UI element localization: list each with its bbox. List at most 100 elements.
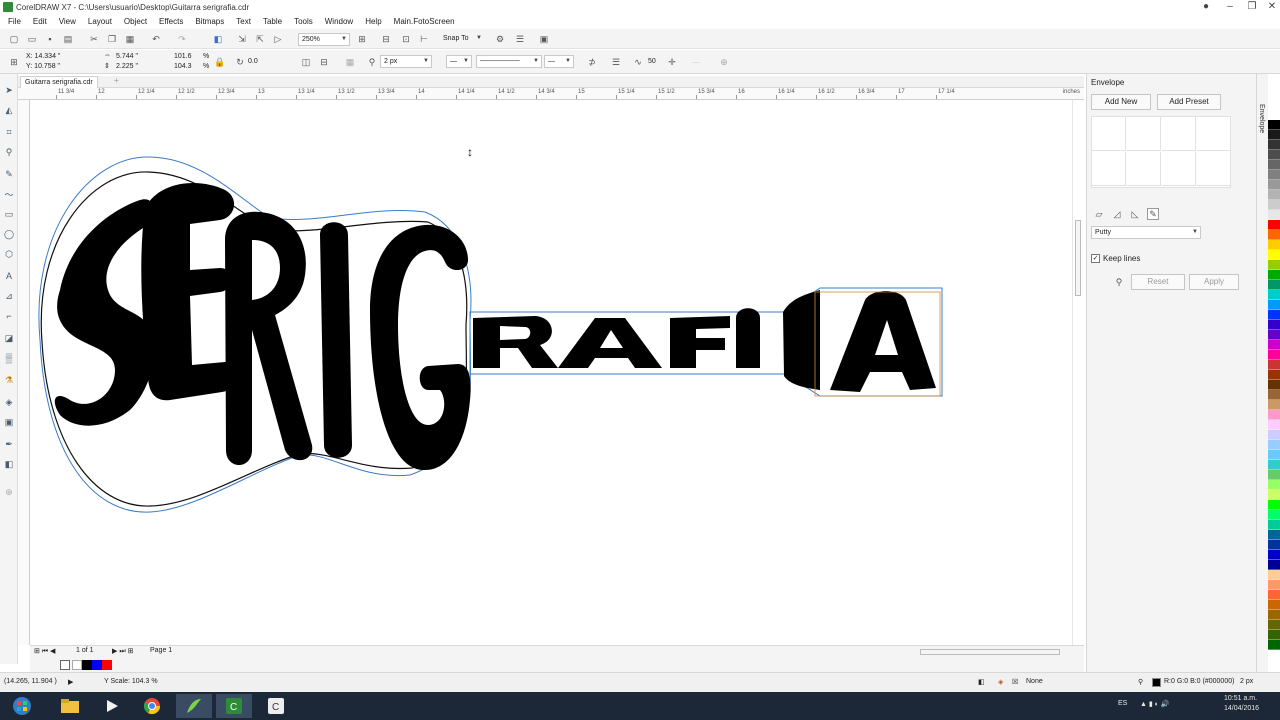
blue-swatch[interactable] [92, 660, 102, 670]
palette-swatch[interactable] [1268, 480, 1280, 490]
menu-layout[interactable]: Layout [82, 14, 118, 29]
chrome-icon[interactable] [134, 694, 170, 718]
apply-button[interactable]: Apply [1189, 274, 1239, 290]
palette-swatch[interactable] [1268, 470, 1280, 480]
object-height[interactable]: 2.225 " [116, 63, 138, 70]
outline-width-select[interactable]: 2 px ▼ [380, 55, 432, 68]
menu-effects[interactable]: Effects [153, 14, 189, 29]
copy-icon[interactable]: ❐ [106, 33, 118, 45]
profile-icon[interactable]: ● [1194, 0, 1218, 14]
palette-swatch[interactable] [1268, 410, 1280, 420]
no-color-swatch[interactable] [60, 660, 70, 670]
show-grid-icon[interactable]: ⊡ [400, 33, 412, 45]
palette-swatch[interactable] [1268, 250, 1280, 260]
welcome-screen-icon[interactable]: ▣ [538, 33, 550, 45]
undo-icon[interactable]: ↶ [150, 33, 162, 45]
save-icon[interactable]: ▪ [44, 33, 56, 45]
corel-photo-icon[interactable]: C [258, 694, 294, 718]
color-eyedropper-icon[interactable]: ⚗ [3, 374, 15, 386]
add-preset-button[interactable]: Add Preset [1157, 94, 1221, 110]
palette-swatch[interactable] [1268, 440, 1280, 450]
crop-tool-icon[interactable]: ⌗ [3, 126, 15, 138]
palette-swatch[interactable] [1268, 270, 1280, 280]
palette-swatch[interactable] [1268, 160, 1280, 170]
unconstrained-mode-icon[interactable]: ✎ [1147, 208, 1159, 220]
close-button[interactable]: ✕ [1260, 0, 1280, 14]
palette-swatch[interactable] [1268, 400, 1280, 410]
fill-bucket-icon[interactable]: ◈ [998, 678, 1003, 686]
palette-swatch[interactable] [1268, 350, 1280, 360]
palette-swatch[interactable] [1268, 220, 1280, 230]
minimize-button[interactable]: – [1218, 0, 1242, 14]
palette-swatch[interactable] [1268, 370, 1280, 380]
page-first-icon[interactable]: ⊞ ⏮ ◀ [34, 647, 55, 656]
palette-swatch[interactable] [1268, 130, 1280, 140]
shape-tool-icon[interactable]: ◭ [3, 104, 15, 116]
vertical-scroll-thumb[interactable] [1075, 220, 1081, 296]
application-launcher-icon[interactable]: ☰ [514, 33, 526, 45]
drawing-canvas[interactable]: ↕ [30, 100, 1084, 645]
reset-button[interactable]: Reset [1131, 274, 1185, 290]
freehand-tool-icon[interactable]: ✎ [3, 168, 15, 180]
search-content-icon[interactable]: ◧ [212, 33, 224, 45]
document-tab[interactable]: Guitarra serigrafia.cdr [20, 76, 98, 88]
palette-swatch[interactable] [1268, 190, 1280, 200]
connector-tool-icon[interactable]: ⌐ [3, 310, 15, 322]
page-next-icon[interactable]: ▶ ⏭ ⊞ [112, 647, 133, 656]
palette-swatch[interactable] [1268, 330, 1280, 340]
palette-swatch[interactable] [1268, 490, 1280, 500]
keep-lines-checkbox[interactable]: ✓ [1091, 254, 1100, 263]
tray-icons[interactable]: ▲ ▮ ◐ 🔊 [1140, 700, 1170, 708]
show-rulers-icon[interactable]: ⊟ [380, 33, 392, 45]
ellipse-tool-icon[interactable]: ◯ [3, 228, 15, 240]
add-document-icon[interactable]: + [114, 76, 119, 85]
palette-swatch[interactable] [1268, 640, 1280, 650]
cut-icon[interactable]: ✂ [88, 33, 100, 45]
rectangle-tool-icon[interactable]: ▭ [3, 208, 15, 220]
red-swatch[interactable] [102, 660, 112, 670]
artistic-media-icon[interactable]: 〜 [3, 188, 15, 200]
vertical-ruler[interactable] [18, 100, 30, 645]
rotation-angle[interactable]: 0.0 [248, 58, 258, 65]
palette-swatch[interactable] [1268, 180, 1280, 190]
palette-swatch[interactable] [1268, 500, 1280, 510]
mirror-horizontal-icon[interactable]: ◫ [300, 56, 312, 68]
scale-y[interactable]: 104.3 [174, 63, 192, 70]
options-icon[interactable]: ⚙ [494, 33, 506, 45]
palette-swatch[interactable] [1268, 420, 1280, 430]
menu-help[interactable]: Help [359, 14, 387, 29]
smart-fill-icon[interactable]: ▣ [3, 416, 15, 428]
y-position[interactable]: Y: 10.758 " [26, 63, 60, 70]
preset-grid[interactable] [1091, 116, 1231, 188]
palette-swatch[interactable] [1268, 320, 1280, 330]
redo-icon[interactable]: ↷ [176, 33, 188, 45]
menu-view[interactable]: View [53, 14, 82, 29]
fill-tool-icon[interactable]: ◧ [3, 458, 15, 470]
menu-window[interactable]: Window [319, 14, 359, 29]
palette-swatch[interactable] [1268, 380, 1280, 390]
menu-table[interactable]: Table [257, 14, 288, 29]
print-icon[interactable]: ▤ [62, 33, 74, 45]
smoothing-value[interactable]: 50 [648, 58, 656, 65]
palette-swatch[interactable] [1268, 520, 1280, 530]
interactive-effects-icon[interactable]: ◪ [3, 332, 15, 344]
file-explorer-icon[interactable] [52, 694, 88, 718]
menu-object[interactable]: Object [118, 14, 153, 29]
menu-text[interactable]: Text [230, 14, 257, 29]
menu-tools[interactable]: Tools [288, 14, 319, 29]
palette-swatch[interactable] [1268, 150, 1280, 160]
palette-swatch[interactable] [1268, 120, 1280, 130]
line-style-select[interactable]: ──────── ▼ [476, 55, 542, 68]
palette-swatch[interactable] [1268, 530, 1280, 540]
palette-swatch[interactable] [1268, 230, 1280, 240]
horizontal-scroll-thumb[interactable] [920, 649, 1060, 655]
palette-swatch[interactable] [1268, 570, 1280, 580]
palette-swatch[interactable] [1268, 170, 1280, 180]
vertical-scrollbar[interactable] [1072, 100, 1082, 645]
eyedropper-icon[interactable]: ⚲ [1113, 276, 1125, 288]
play-icon[interactable]: ▶ [68, 678, 73, 686]
disabled-node-icon[interactable]: ⋯ [690, 56, 702, 68]
palette-swatch[interactable] [1268, 580, 1280, 590]
outline-tool-icon[interactable]: ✒ [3, 438, 15, 450]
palette-swatch[interactable] [1268, 210, 1280, 220]
